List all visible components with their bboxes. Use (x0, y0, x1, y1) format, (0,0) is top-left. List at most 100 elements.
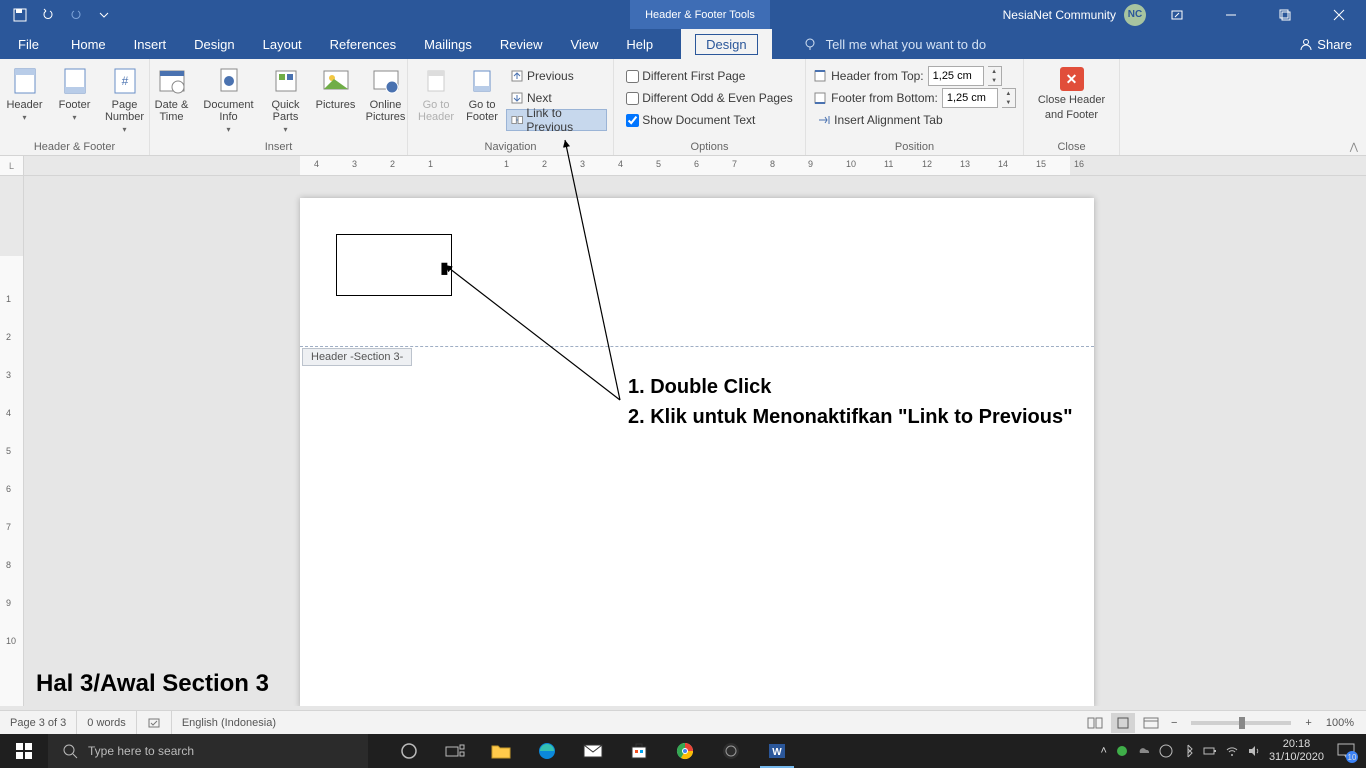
zoom-out-button[interactable]: − (1167, 717, 1181, 729)
status-language[interactable]: English (Indonesia) (172, 711, 286, 734)
insert-alignment-tab-button[interactable]: Insert Alignment Tab (813, 109, 1016, 131)
text-cursor: ▮ (440, 258, 449, 278)
maximize-button[interactable] (1262, 0, 1308, 29)
tab-help[interactable]: Help (612, 29, 667, 59)
save-button[interactable] (8, 3, 32, 27)
close-icon: ✕ (1060, 67, 1084, 91)
goto-footer-icon (466, 65, 498, 97)
qat-customize[interactable] (92, 3, 116, 27)
bulb-icon (802, 36, 818, 52)
document-scroll[interactable]: ▮ Header -Section 3- (24, 176, 1366, 706)
link-to-previous-toggle[interactable]: Link to Previous (506, 109, 607, 131)
page-number-dropdown[interactable]: # Page Number▾ (101, 63, 149, 136)
horizontal-ruler[interactable]: 4321 12345678910111213141516 (24, 156, 1366, 175)
minimize-button[interactable] (1208, 0, 1254, 29)
group-label-insert: Insert (265, 139, 293, 153)
edge-icon[interactable] (524, 734, 570, 768)
tray-expand-icon[interactable]: ˄ (1101, 745, 1107, 757)
header-top-spinner[interactable]: ▲▼ (988, 66, 1002, 86)
tab-insert[interactable]: Insert (120, 29, 181, 59)
tray-volume-icon[interactable] (1247, 744, 1261, 758)
tray-meet-icon[interactable] (1159, 744, 1173, 758)
ribbon-display-options[interactable] (1154, 0, 1200, 29)
tray-bluetooth-icon[interactable] (1181, 744, 1195, 758)
store-icon[interactable] (616, 734, 662, 768)
tray-clock[interactable]: 20:18 31/10/2020 (1269, 738, 1324, 763)
collapse-ribbon-button[interactable]: ⋀ (1350, 142, 1358, 153)
tray-battery-icon[interactable] (1203, 744, 1217, 758)
previous-icon (510, 69, 524, 83)
group-label-position: Position (895, 139, 934, 153)
page-number-icon: # (109, 65, 141, 97)
date-time-button[interactable]: Date & Time (148, 63, 196, 125)
tab-review[interactable]: Review (486, 29, 557, 59)
goto-header-button: Go to Header (414, 63, 458, 125)
chrome-icon[interactable] (662, 734, 708, 768)
share-icon (1299, 37, 1313, 51)
redo-button[interactable] (64, 3, 88, 27)
search-icon (62, 743, 78, 759)
start-button[interactable] (0, 734, 48, 768)
action-center-button[interactable]: 10 (1332, 737, 1360, 765)
web-layout-button[interactable] (1139, 713, 1163, 733)
cortana-button[interactable] (386, 734, 432, 768)
user-avatar[interactable]: NC (1124, 4, 1146, 26)
quick-parts-dropdown[interactable]: Quick Parts▾ (262, 63, 310, 136)
online-pictures-icon (370, 65, 402, 97)
show-document-text-checkbox[interactable]: Show Document Text (622, 109, 797, 131)
svg-text:#: # (121, 74, 128, 88)
taskbar-search[interactable]: Type here to search (48, 734, 368, 768)
horizontal-ruler-row: L 4321 12345678910111213141516 (0, 156, 1366, 176)
tab-references[interactable]: References (316, 29, 410, 59)
tab-layout[interactable]: Layout (249, 29, 316, 59)
zoom-in-button[interactable]: + (1301, 717, 1315, 729)
status-page[interactable]: Page 3 of 3 (0, 711, 77, 734)
tab-design[interactable]: Design (180, 29, 248, 59)
previous-button[interactable]: Previous (506, 65, 607, 87)
tray-onedrive-icon[interactable] (1137, 744, 1151, 758)
close-header-footer-button[interactable]: ✕ Close Header and Footer (1030, 63, 1114, 121)
close-window-button[interactable] (1316, 0, 1362, 29)
document-info-dropdown[interactable]: Document Info▾ (198, 63, 260, 136)
pictures-button[interactable]: Pictures (312, 63, 360, 113)
header-from-top-input[interactable] (928, 66, 984, 86)
user-name[interactable]: NesiaNet Community (1003, 8, 1116, 22)
tray-app1-icon[interactable] (1115, 744, 1129, 758)
task-view-button[interactable] (432, 734, 478, 768)
footer-dropdown[interactable]: Footer▾ (51, 63, 99, 124)
status-words[interactable]: 0 words (77, 711, 137, 734)
calendar-icon (156, 65, 188, 97)
word-icon[interactable]: W (754, 734, 800, 768)
tab-hf-design[interactable]: Design (681, 29, 771, 59)
tab-file[interactable]: File (0, 29, 57, 59)
footer-bottom-spinner[interactable]: ▲▼ (1002, 88, 1016, 108)
online-pictures-button[interactable]: Online Pictures (362, 63, 410, 125)
header-content-box[interactable] (336, 234, 452, 296)
different-first-page-checkbox[interactable]: Different First Page (622, 65, 797, 87)
zoom-level[interactable]: 100% (1320, 717, 1354, 729)
header-icon (9, 65, 41, 97)
status-spellcheck[interactable] (137, 711, 172, 734)
vertical-ruler[interactable]: 12345678910 (0, 176, 24, 706)
different-odd-even-checkbox[interactable]: Different Odd & Even Pages (622, 87, 797, 109)
tell-me-search[interactable]: Tell me what you want to do (772, 29, 986, 59)
tab-home[interactable]: Home (57, 29, 120, 59)
tray-wifi-icon[interactable] (1225, 744, 1239, 758)
zoom-slider[interactable] (1191, 721, 1291, 725)
goto-header-icon (420, 65, 452, 97)
mail-icon[interactable] (570, 734, 616, 768)
file-explorer-icon[interactable] (478, 734, 524, 768)
read-mode-button[interactable] (1083, 713, 1107, 733)
share-label: Share (1317, 37, 1352, 52)
ruler-corner[interactable]: L (0, 156, 24, 175)
share-button[interactable]: Share (1285, 29, 1366, 59)
page[interactable]: ▮ Header -Section 3- (300, 198, 1094, 706)
footer-from-bottom-input[interactable] (942, 88, 998, 108)
undo-button[interactable] (36, 3, 60, 27)
header-dropdown[interactable]: Header▾ (1, 63, 49, 124)
obs-icon[interactable] (708, 734, 754, 768)
print-layout-button[interactable] (1111, 713, 1135, 733)
tab-mailings[interactable]: Mailings (410, 29, 486, 59)
goto-footer-button[interactable]: Go to Footer (460, 63, 504, 125)
tab-view[interactable]: View (556, 29, 612, 59)
